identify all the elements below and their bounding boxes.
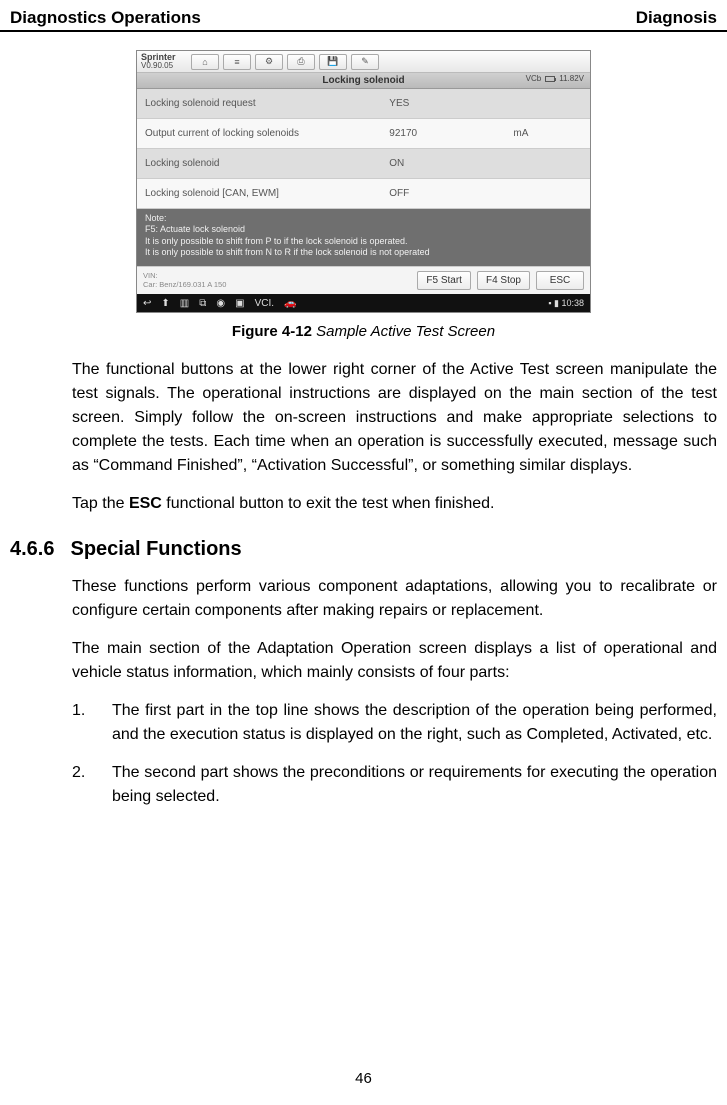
figure-note: Note: F5: Actuate lock solenoid It is on… — [137, 209, 590, 266]
brand-version: V0.90.05 — [141, 62, 187, 70]
header-left: Diagnostics Operations — [10, 8, 201, 28]
text: functional button to exit the test when … — [162, 495, 495, 512]
row-value: YES — [385, 92, 509, 115]
row-unit — [509, 188, 590, 200]
figure-topbar: Sprinter V0.90.05 ⌂ ≡ ⚙ ⎙ 💾 ✎ — [137, 51, 590, 73]
record-icon[interactable]: ▣ — [235, 298, 244, 309]
print-icon[interactable]: ⎙ — [287, 54, 315, 70]
page-number: 46 — [0, 1070, 727, 1087]
home-icon[interactable]: ⌂ — [191, 54, 219, 70]
figure-caption: Figure 4-12 Sample Active Test Screen — [10, 323, 717, 340]
pencil-icon[interactable]: ✎ — [351, 54, 379, 70]
figure-brand: Sprinter V0.90.05 — [141, 53, 187, 70]
back-icon[interactable]: ↩ — [143, 298, 151, 309]
apps-icon[interactable]: ▥ — [180, 298, 189, 309]
note-line: It is only possible to shift from N to R… — [145, 247, 582, 258]
list-number: 2. — [72, 761, 90, 809]
vci-label: VCb — [526, 74, 542, 83]
numbered-list: 1. The first part in the top line shows … — [10, 699, 717, 809]
paragraph: The functional buttons at the lower righ… — [10, 358, 717, 478]
list-number: 1. — [72, 699, 90, 747]
f5-start-button[interactable]: F5 Start — [417, 271, 471, 290]
table-row: Locking solenoid ON — [137, 149, 590, 179]
settings-icon[interactable]: ⚙ — [255, 54, 283, 70]
row-value: OFF — [385, 182, 509, 205]
esc-text: ESC — [129, 495, 162, 512]
figure-buttons: F5 Start F4 Stop ESC — [417, 271, 584, 290]
up-icon[interactable]: ⬆ — [161, 298, 169, 309]
paragraph: The main section of the Adaptation Opera… — [10, 637, 717, 685]
section-number: 4.6.6 — [10, 538, 54, 561]
row-label: Locking solenoid — [137, 152, 385, 175]
f4-stop-button[interactable]: F4 Stop — [477, 271, 530, 290]
row-unit — [509, 98, 590, 110]
figure-status-right: VCb 11.82V — [526, 74, 584, 83]
section-title: Special Functions — [70, 538, 241, 561]
figure-title: Locking solenoid — [322, 75, 404, 86]
section-heading: 4.6.6 Special Functions — [10, 538, 717, 561]
row-unit — [509, 158, 590, 170]
list-item: 1. The first part in the top line shows … — [72, 699, 717, 747]
figure-systembar: ↩ ⬆ ▥ ⧉ ◉ ▣ VCI. 🚗 ▪ ▮ 10:38 — [137, 294, 590, 312]
system-time: ▪ ▮ 10:38 — [548, 298, 584, 309]
row-value: ON — [385, 152, 509, 175]
header-right: Diagnosis — [636, 8, 717, 28]
text: Tap the — [72, 495, 129, 512]
separator-icon[interactable]: ≡ — [223, 54, 251, 70]
row-unit: mA — [509, 122, 590, 145]
save-icon[interactable]: 💾 — [319, 54, 347, 70]
vci-icon[interactable]: VCI. — [255, 298, 274, 309]
voltage-label: 11.82V — [559, 74, 584, 83]
car-icon[interactable]: 🚗 — [284, 298, 296, 309]
esc-button[interactable]: ESC — [536, 271, 584, 290]
paragraph: These functions perform various componen… — [10, 575, 717, 623]
note-line: F5: Actuate lock solenoid — [145, 224, 582, 235]
row-label: Locking solenoid request — [137, 92, 385, 115]
list-text: The second part shows the preconditions … — [112, 761, 717, 809]
figure-active-test: Sprinter V0.90.05 ⌂ ≡ ⚙ ⎙ 💾 ✎ Locking so… — [136, 50, 591, 313]
screenshot-icon[interactable]: ⧉ — [199, 298, 206, 309]
note-line: It is only possible to shift from P to i… — [145, 236, 582, 247]
figure-titlebar: Locking solenoid VCb 11.82V — [137, 73, 590, 89]
system-icons: ↩ ⬆ ▥ ⧉ ◉ ▣ VCI. 🚗 — [143, 298, 296, 309]
time-label: 10:38 — [561, 298, 584, 308]
car-label: Car: Benz/169.031 A 150 — [143, 281, 226, 289]
note-heading: Note: — [145, 213, 582, 224]
row-value: 92170 — [385, 122, 509, 145]
figure-vin: VIN: Car: Benz/169.031 A 150 — [143, 272, 226, 289]
list-text: The first part in the top line shows the… — [112, 699, 717, 747]
table-row: Locking solenoid [CAN, EWM] OFF — [137, 179, 590, 209]
caption-title: Sample Active Test Screen — [316, 323, 495, 340]
table-row: Output current of locking solenoids 9217… — [137, 119, 590, 149]
page-content: Sprinter V0.90.05 ⌂ ≡ ⚙ ⎙ 💾 ✎ Locking so… — [0, 50, 727, 809]
list-item: 2. The second part shows the preconditio… — [72, 761, 717, 809]
camera-icon[interactable]: ◉ — [216, 298, 225, 309]
battery-icon — [545, 76, 555, 82]
table-row: Locking solenoid request YES — [137, 89, 590, 119]
figure-footer: VIN: Car: Benz/169.031 A 150 F5 Start F4… — [137, 266, 590, 294]
caption-label: Figure 4-12 — [232, 323, 312, 340]
paragraph: Tap the ESC functional button to exit th… — [10, 492, 717, 516]
row-label: Locking solenoid [CAN, EWM] — [137, 182, 385, 205]
page-header: Diagnostics Operations Diagnosis — [0, 0, 727, 32]
row-label: Output current of locking solenoids — [137, 122, 385, 145]
